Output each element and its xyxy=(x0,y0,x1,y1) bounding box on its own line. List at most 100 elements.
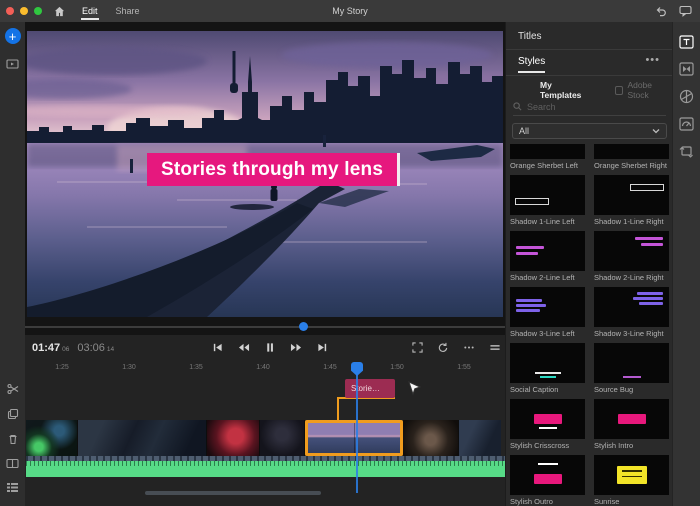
expand-tracks-icon[interactable] xyxy=(6,458,19,469)
video-clip[interactable] xyxy=(78,420,207,456)
template-item[interactable]: Orange Sherbet Right xyxy=(594,144,669,172)
tab-my-templates[interactable]: My Templates xyxy=(540,80,593,100)
template-item[interactable]: Sunrise xyxy=(594,455,669,506)
preview-progress-handle[interactable] xyxy=(299,322,308,331)
template-name: Shadow 3-Line Left xyxy=(510,327,585,340)
template-thumbnail xyxy=(510,231,585,271)
chevron-down-icon xyxy=(652,128,660,134)
template-name: Orange Sherbet Left xyxy=(510,159,585,172)
template-item[interactable]: Stylish Intro xyxy=(594,399,669,452)
template-name: Sunrise xyxy=(594,495,669,506)
template-thumbnail xyxy=(594,144,669,159)
template-item[interactable]: Shadow 1-Line Right xyxy=(594,175,669,228)
template-thumbnail xyxy=(510,399,585,439)
titles-panel: Titles Styles ••• My Templates Adobe Sto… xyxy=(505,22,672,506)
template-name: Shadow 1-Line Left xyxy=(510,215,585,228)
dropdown-value: All xyxy=(519,126,652,136)
template-thumbnail xyxy=(510,175,585,215)
category-dropdown[interactable]: All xyxy=(512,123,667,139)
template-thumbnail xyxy=(594,455,669,495)
editor-main-area: Stories through my lens 01:47 06 03:06 1… xyxy=(25,22,505,506)
template-name: Stylish Crisscross xyxy=(510,439,585,452)
tab-adobe-stock[interactable]: Adobe Stock xyxy=(615,80,673,100)
track-controls-icon[interactable] xyxy=(6,482,19,493)
crop-icon[interactable] xyxy=(679,144,694,158)
add-media-button[interactable]: + xyxy=(5,28,21,44)
template-thumbnail xyxy=(594,343,669,383)
template-item[interactable]: Source Bug xyxy=(594,343,669,396)
tab-share[interactable]: Share xyxy=(115,2,141,20)
template-item[interactable]: Shadow 1-Line Left xyxy=(510,175,585,228)
delete-icon[interactable] xyxy=(7,433,19,445)
split-clip-icon[interactable] xyxy=(7,383,19,395)
tools-strip xyxy=(672,22,700,506)
loop-icon[interactable] xyxy=(435,340,451,355)
title-overlay[interactable]: Stories through my lens xyxy=(147,153,400,186)
skip-start-icon[interactable] xyxy=(210,340,225,355)
playhead-line xyxy=(356,363,358,493)
template-thumbnail xyxy=(594,287,669,327)
template-item[interactable]: Social Caption xyxy=(510,343,585,396)
audio-track[interactable] xyxy=(26,461,505,477)
video-clip[interactable] xyxy=(260,420,305,456)
template-thumbnail xyxy=(510,343,585,383)
video-frame: Stories through my lens xyxy=(27,31,503,317)
video-clip[interactable] xyxy=(459,420,501,456)
ruler-tick: 1:25 xyxy=(55,364,69,371)
template-item[interactable]: Shadow 2-Line Left xyxy=(510,231,585,284)
template-thumbnail xyxy=(594,231,669,271)
close-window-button[interactable] xyxy=(6,7,14,15)
video-clip[interactable] xyxy=(26,420,78,456)
fullscreen-icon[interactable] xyxy=(410,340,425,355)
panel-more-icon[interactable]: ••• xyxy=(645,54,660,66)
zoom-window-button[interactable] xyxy=(34,7,42,15)
current-frames: 06 xyxy=(62,346,69,353)
template-thumbnail xyxy=(510,287,585,327)
tab-edit[interactable]: Edit xyxy=(81,2,99,20)
duplicate-icon[interactable] xyxy=(7,408,19,420)
video-clip-selected[interactable] xyxy=(305,420,403,456)
current-time: 01:47 xyxy=(32,342,60,354)
media-browser-icon[interactable] xyxy=(6,58,19,70)
mouse-cursor xyxy=(408,381,421,397)
template-item[interactable]: Shadow 3-Line Left xyxy=(510,287,585,340)
video-preview[interactable]: Stories through my lens xyxy=(25,22,505,335)
timeline-horizontal-scrollbar[interactable] xyxy=(145,491,321,495)
template-item[interactable]: Stylish Crisscross xyxy=(510,399,585,452)
frame-back-icon[interactable] xyxy=(236,340,252,355)
title-clip-connector xyxy=(337,397,395,420)
template-item[interactable]: Stylish Outro xyxy=(510,455,585,506)
template-item[interactable]: Orange Sherbet Left xyxy=(510,144,585,172)
templates-grid: Orange Sherbet Left Orange Sherbet Right… xyxy=(506,144,673,506)
template-thumbnail xyxy=(594,399,669,439)
timeline-ruler[interactable]: 1:25 1:30 1:35 1:40 1:45 1:50 1:55 xyxy=(25,361,505,378)
home-icon[interactable] xyxy=(54,6,65,17)
minimize-window-button[interactable] xyxy=(20,7,28,15)
frame-forward-icon[interactable] xyxy=(288,340,304,355)
template-name: Orange Sherbet Right xyxy=(594,159,669,172)
color-icon[interactable] xyxy=(679,89,694,104)
ruler-tick: 1:40 xyxy=(256,364,270,371)
template-item[interactable]: Shadow 2-Line Right xyxy=(594,231,669,284)
audio-waveform xyxy=(26,461,505,466)
title-clip[interactable]: Storie… xyxy=(345,379,395,398)
undo-icon[interactable] xyxy=(655,5,667,17)
timeline-menu-icon[interactable] xyxy=(487,340,503,355)
pause-icon[interactable] xyxy=(263,340,277,355)
preview-progress-bar[interactable] xyxy=(25,326,505,328)
transitions-icon[interactable] xyxy=(679,62,694,76)
panel-title: Titles xyxy=(518,31,542,42)
speed-icon[interactable] xyxy=(679,117,694,131)
template-item[interactable]: Shadow 3-Line Right xyxy=(594,287,669,340)
video-clip[interactable] xyxy=(403,420,459,456)
video-clip[interactable] xyxy=(207,420,260,456)
video-track xyxy=(26,420,505,456)
skip-end-icon[interactable] xyxy=(315,340,330,355)
window-titlebar: Edit Share My Story xyxy=(0,0,700,22)
feedback-icon[interactable] xyxy=(679,5,692,17)
template-name: Shadow 1-Line Right xyxy=(594,215,669,228)
search-input[interactable]: Search xyxy=(513,98,666,116)
tab-styles[interactable]: Styles xyxy=(518,56,545,73)
titles-icon[interactable] xyxy=(679,35,694,49)
more-icon[interactable] xyxy=(461,340,477,355)
